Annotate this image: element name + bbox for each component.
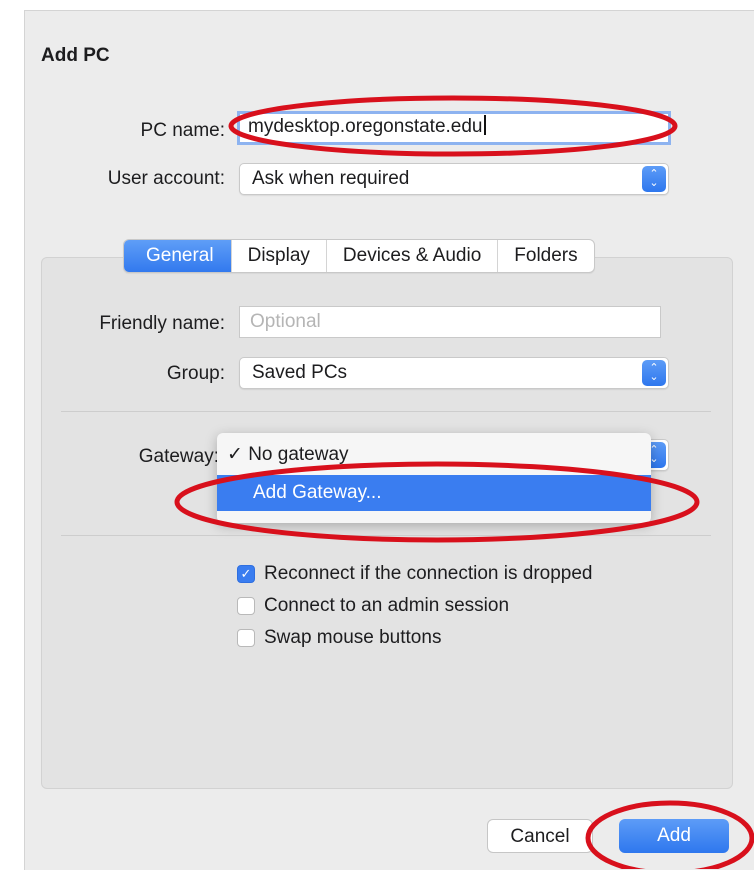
menu-item-add-gateway[interactable]: Add Gateway... — [217, 475, 651, 511]
menu-item-no-gateway[interactable]: ✓ No gateway — [217, 437, 651, 473]
checkbox-reconnect[interactable]: ✓ Reconnect if the connection is dropped — [237, 563, 593, 585]
checkmark-icon[interactable]: ✓ — [237, 565, 255, 583]
pc-name-value: mydesktop.oregonstate.edu — [248, 116, 483, 137]
tab-display[interactable]: Display — [230, 240, 326, 272]
checkbox-box[interactable] — [237, 629, 255, 647]
menu-item-label: No gateway — [248, 444, 349, 465]
cancel-button[interactable]: Cancel — [487, 819, 593, 853]
popup-stepper-icon: ⌃ ⌄ — [642, 360, 666, 386]
friendly-name-label: Friendly name: — [99, 313, 225, 334]
group-value: Saved PCs — [252, 362, 348, 383]
menu-item-label: Add Gateway... — [253, 482, 382, 503]
checkmark-icon: ✓ — [227, 444, 243, 465]
text-caret — [483, 115, 486, 135]
tab-bar: General Display Devices & Audio Folders — [123, 239, 595, 273]
checkbox-box[interactable] — [237, 597, 255, 615]
checkbox-swap-mouse[interactable]: Swap mouse buttons — [237, 627, 441, 649]
group-popup[interactable]: Saved PCs ⌃ ⌄ — [239, 357, 669, 389]
checkbox-label: Connect to an admin session — [264, 595, 510, 616]
tab-folders[interactable]: Folders — [497, 240, 593, 272]
pc-name-field[interactable]: mydesktop.oregonstate.edu — [237, 111, 671, 145]
checkbox-label: Swap mouse buttons — [264, 627, 442, 648]
checkbox-admin-session[interactable]: Connect to an admin session — [237, 595, 509, 617]
group-label: Group: — [166, 363, 225, 384]
add-button[interactable]: Add — [619, 819, 729, 853]
tab-devices-audio[interactable]: Devices & Audio — [325, 240, 497, 272]
user-account-popup[interactable]: Ask when required ⌃ ⌄ — [239, 163, 669, 195]
user-account-label: User account: — [107, 168, 225, 189]
friendly-name-field[interactable]: Optional — [239, 306, 661, 338]
dialog-title: Add PC — [41, 45, 110, 66]
pc-name-label: PC name: — [140, 120, 225, 141]
gateway-label: Gateway: — [138, 446, 219, 467]
separator — [61, 411, 711, 412]
popup-stepper-icon: ⌃ ⌄ — [642, 166, 666, 192]
checkbox-label: Reconnect if the connection is dropped — [264, 563, 593, 584]
gateway-dropdown-menu: ✓ No gateway Add Gateway... — [217, 433, 651, 523]
separator — [61, 535, 711, 536]
friendly-name-placeholder: Optional — [250, 311, 321, 332]
user-account-value: Ask when required — [252, 168, 410, 189]
add-pc-dialog: Add PC PC name: mydesktop.oregonstate.ed… — [24, 10, 754, 870]
tab-general[interactable]: General — [124, 240, 231, 272]
